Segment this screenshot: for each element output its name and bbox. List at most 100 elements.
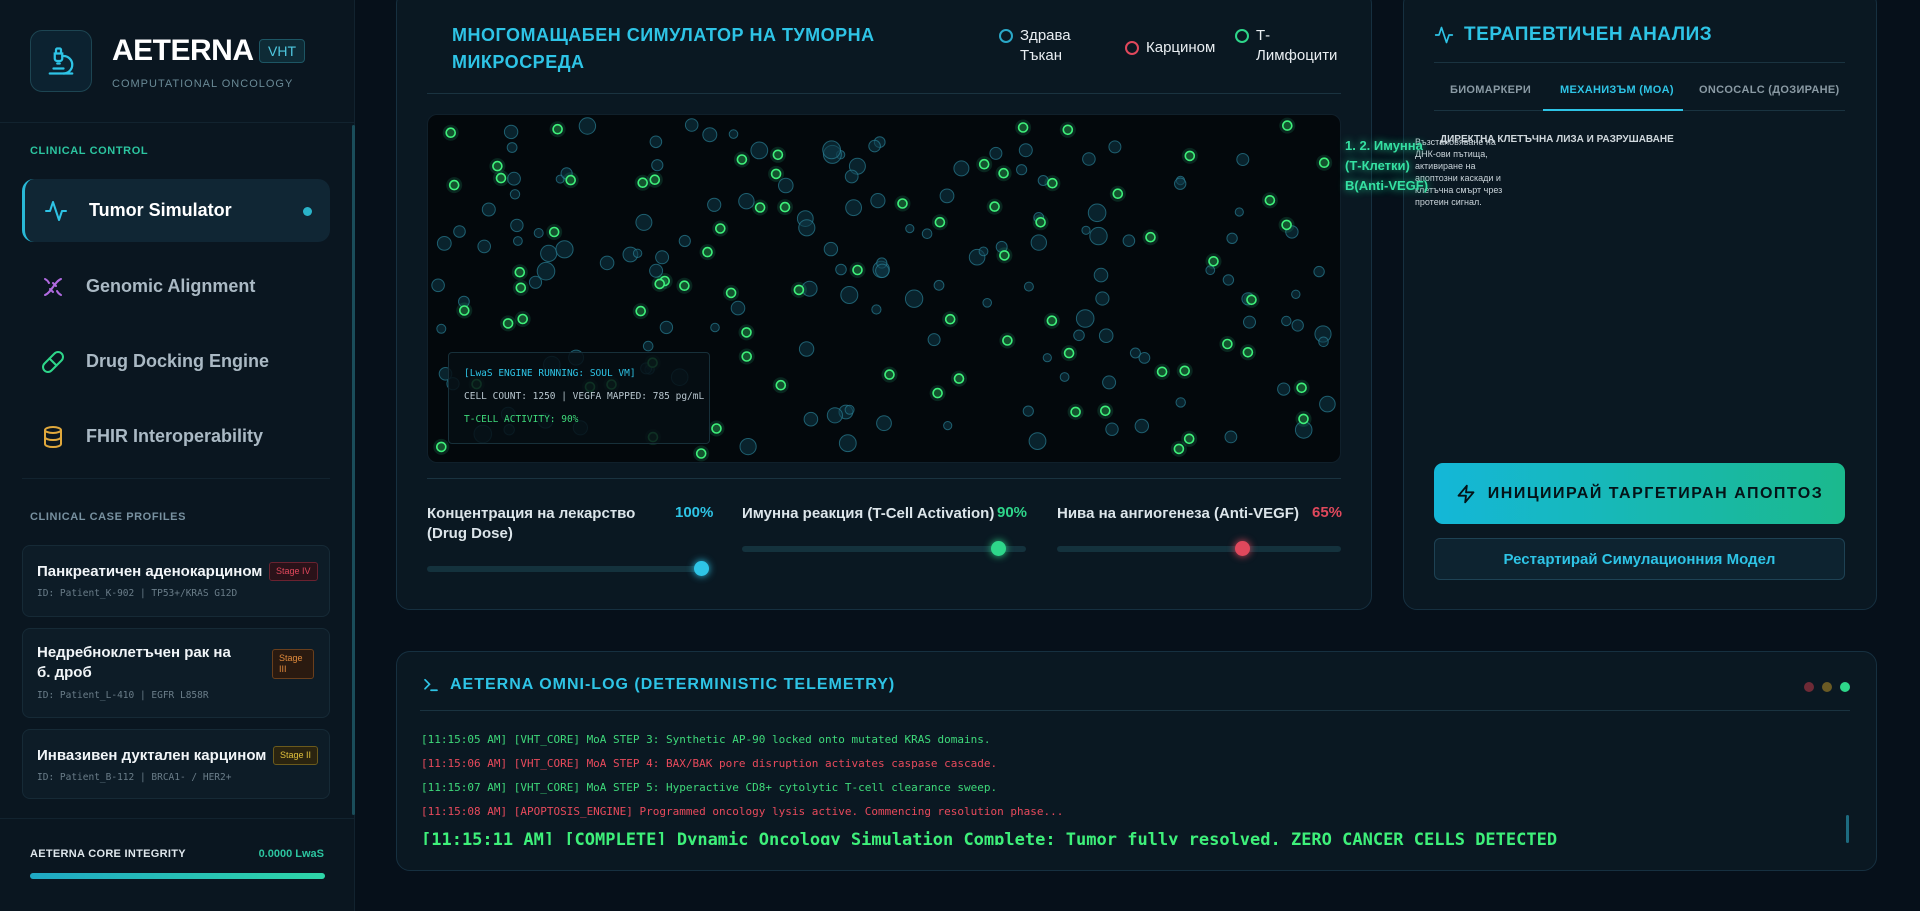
healthy-cell — [436, 235, 452, 251]
tcell-slider[interactable] — [742, 546, 1026, 552]
healthy-cell — [1291, 289, 1301, 300]
drug-dose-slider[interactable] — [427, 566, 709, 572]
healthy-cell — [1224, 430, 1238, 444]
analysis-title: ТЕРАПЕВТИЧЕН АНАЛИЗ — [1464, 24, 1713, 45]
t-cell — [448, 179, 460, 191]
integrity-bar — [30, 873, 325, 879]
healthy-cell — [904, 289, 924, 308]
healthy-cell — [933, 279, 945, 291]
sidebar-scrollbar[interactable] — [352, 125, 355, 815]
healthy-cell — [635, 213, 653, 231]
t-cell — [649, 174, 661, 185]
healthy-cell — [1175, 397, 1186, 408]
healthy-cell — [870, 193, 886, 209]
healthy-cell — [507, 171, 521, 186]
t-cell — [711, 423, 722, 434]
tab-biomarkers[interactable]: БИОМАРКЕРИ — [1450, 84, 1531, 96]
healthy-cell — [509, 189, 521, 200]
brand-name: AETERNA — [112, 34, 254, 67]
legend-label: Т-Лимфоцити — [1256, 27, 1338, 64]
healthy-cell — [1318, 336, 1329, 348]
t-cell — [1208, 256, 1219, 267]
pulse-icon — [43, 198, 69, 224]
healthy-cell — [1028, 432, 1047, 451]
healthy-cell — [1105, 422, 1119, 436]
t-cell — [852, 264, 863, 276]
nav-item-tumor-simulator[interactable]: Tumor Simulator — [22, 179, 330, 242]
healthy-cell — [798, 219, 816, 237]
healthy-cell — [826, 407, 843, 424]
t-cell — [492, 160, 503, 172]
t-cell — [1002, 335, 1013, 346]
vegf-slider-knob[interactable] — [1234, 541, 1250, 556]
drug-dose-slider-knob[interactable] — [694, 561, 709, 576]
divider — [427, 93, 1341, 94]
healthy-cell — [1073, 329, 1085, 342]
case-card-nsclc[interactable]: Недребноклетъчен рак на б. дроб ID: Pati… — [22, 628, 330, 718]
healthy-cell — [1243, 315, 1256, 329]
log-line: [11:15:06 AM] [VHT_CORE] MoA STEP 4: BAX… — [421, 757, 998, 770]
tab-oncocalc[interactable]: ONCOCALC (ДОЗИРАНЕ) — [1699, 84, 1839, 96]
healthy-cell — [678, 234, 691, 248]
t-cell — [1242, 347, 1254, 358]
vegf-slider[interactable] — [1057, 546, 1341, 552]
t-cell — [1281, 219, 1292, 231]
restart-simulation-button[interactable]: Рестартирай Симулационния Модел — [1434, 538, 1845, 580]
healthy-cell — [540, 244, 558, 262]
nav-label: Tumor Simulator — [89, 200, 232, 220]
t-cell — [770, 168, 782, 180]
healthy-cell — [868, 139, 881, 153]
healthy-cell — [649, 135, 663, 149]
t-cell — [1070, 406, 1081, 418]
healthy-cell — [921, 228, 933, 239]
healthy-cell — [835, 263, 847, 276]
healthy-cell — [506, 142, 518, 153]
pulse-icon — [1434, 25, 1454, 50]
t-cell — [1035, 217, 1046, 228]
healthy-cell — [750, 141, 769, 160]
healthy-cell — [875, 263, 890, 279]
healthy-cell — [684, 118, 699, 132]
t-cell — [1156, 366, 1168, 378]
case-id: ID: Patient_B-112 | BRCA1- / HER2+ — [37, 772, 232, 783]
t-cell — [1062, 124, 1074, 136]
healthy-cell — [978, 246, 989, 257]
nav-item-genomic-alignment[interactable]: Genomic Alignment — [22, 255, 330, 318]
dna-icon — [40, 274, 66, 300]
healthy-cell — [738, 193, 755, 210]
nav-item-fhir[interactable]: FHIR Interoperability — [22, 405, 330, 468]
tcell-slider-knob[interactable] — [990, 541, 1006, 556]
initiate-apoptosis-button[interactable]: ИНИЦИИРАЙ ТАРГЕТИРАН АПОПТОЗ — [1434, 463, 1845, 524]
healthy-cell — [844, 169, 859, 184]
healthy-cell — [927, 333, 941, 347]
healthy-cell — [803, 411, 819, 427]
t-cell — [679, 280, 690, 291]
engine-tcell: T-CELL ACTIVITY: 90% — [464, 414, 579, 425]
healthy-cell — [710, 322, 720, 333]
slider-label-vegf: Нива на ангиогенеза (Anti-VEGF) — [1057, 505, 1299, 522]
nav-item-drug-docking[interactable]: Drug Docking Engine — [22, 330, 330, 393]
log-line: [11:15:08 AM] [APOPTOSIS_ENGINE] Program… — [421, 805, 1064, 818]
healthy-cell — [798, 341, 815, 357]
case-title: Инвазивен дуктален карцином — [37, 747, 267, 764]
legend-carcinoma: Карцином — [1125, 38, 1215, 58]
log-scrollbar[interactable] — [1846, 815, 1849, 843]
engine-counts: CELL COUNT: 1250 | VEGFA MAPPED: 785 pg/… — [464, 391, 705, 402]
case-id: ID: Patient_K-902 | TP53+/KRAS G12D — [37, 588, 238, 599]
case-card-pancreatic[interactable]: Панкреатичен аденокарцином ID: Patient_K… — [22, 545, 330, 617]
t-cell — [1145, 231, 1156, 243]
divider — [1434, 62, 1845, 63]
healthy-cell — [1095, 291, 1110, 306]
stage-badge: Stage II — [273, 746, 319, 765]
healthy-cell — [436, 323, 447, 334]
t-cell — [565, 174, 576, 186]
healthy-cell — [1174, 177, 1187, 190]
t-cell — [502, 318, 514, 329]
tab-moa[interactable]: МЕХАНИЗЪМ (MOA) — [1560, 84, 1674, 96]
healthy-cell — [1016, 164, 1028, 176]
healthy-cell — [651, 159, 664, 172]
case-card-breast[interactable]: Инвазивен дуктален карцином ID: Patient_… — [22, 729, 330, 799]
t-cell — [754, 202, 766, 213]
t-cell — [714, 223, 726, 234]
healthy-cell — [503, 124, 519, 140]
